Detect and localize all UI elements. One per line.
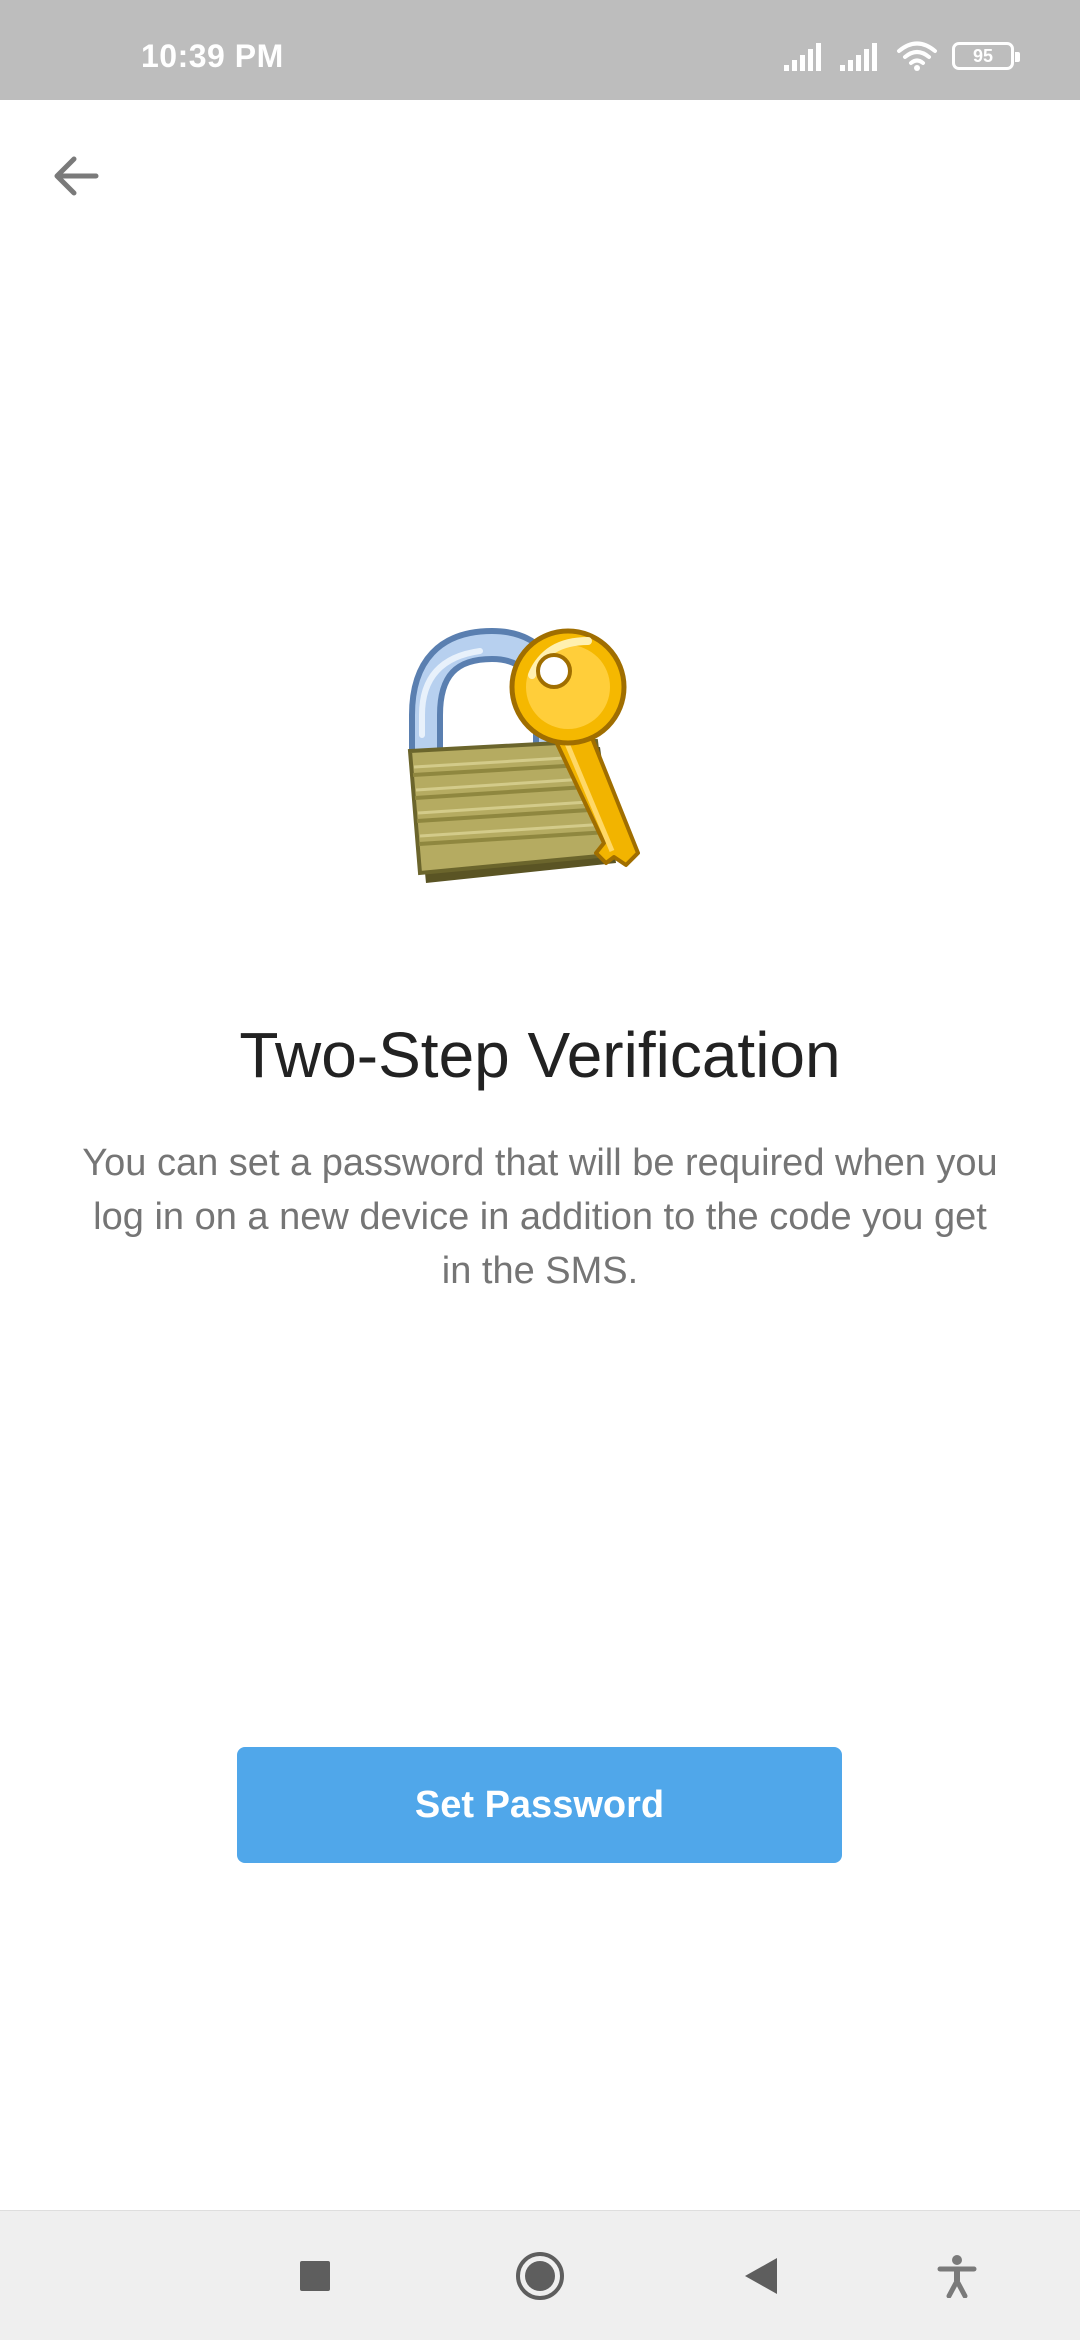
status-time: 10:39 PM bbox=[141, 38, 284, 74]
wifi-icon bbox=[897, 41, 937, 71]
status-icons: 95 bbox=[784, 40, 1020, 72]
signal-icon bbox=[784, 43, 821, 71]
description-text: You can set a password that will be requ… bbox=[82, 1142, 998, 1292]
accessibility-icon bbox=[937, 2255, 977, 2298]
status-bar: 10:39 PM 95 bbox=[0, 0, 1080, 100]
system-nav-bar bbox=[0, 2210, 1080, 2340]
arrow-left-icon bbox=[54, 156, 99, 196]
back-nav-button[interactable] bbox=[716, 2211, 806, 2341]
battery-icon: 95 bbox=[952, 42, 1020, 70]
signal-icon bbox=[840, 43, 877, 71]
circle-home-icon bbox=[516, 2252, 564, 2300]
home-button[interactable] bbox=[495, 2211, 585, 2341]
back-button[interactable] bbox=[36, 136, 116, 216]
set-password-button[interactable]: Set Password bbox=[237, 1747, 842, 1863]
accessibility-button[interactable] bbox=[912, 2211, 1002, 2341]
battery-level: 95 bbox=[972, 46, 994, 66]
square-recents-icon bbox=[300, 2261, 330, 2291]
triangle-back-icon bbox=[745, 2258, 777, 2294]
page-title: Two-Step Verification bbox=[239, 1019, 841, 1091]
recents-button[interactable] bbox=[270, 2211, 360, 2341]
lock-and-key-icon bbox=[407, 627, 640, 883]
